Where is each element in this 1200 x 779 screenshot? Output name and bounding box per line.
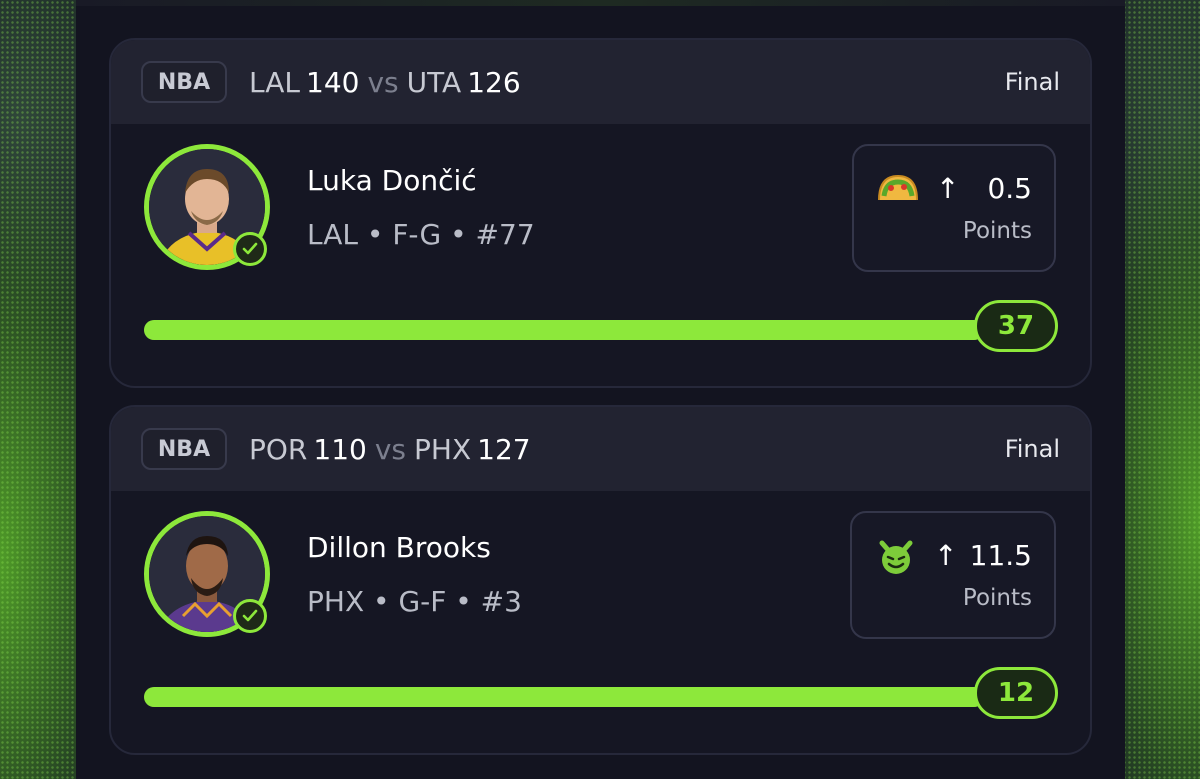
- background-right-glow: [1122, 0, 1200, 779]
- result-pill: 12: [974, 667, 1058, 719]
- score-2: 126: [467, 65, 521, 99]
- player-meta: PHX • G-F • #3: [307, 585, 522, 618]
- prop-line-box[interactable]: ↑ 0.5 Points: [852, 144, 1056, 272]
- card-body: Luka Dončić LAL • F-G • #77 ↑ 0.5 Points: [111, 124, 1090, 386]
- devil-face-icon: [878, 539, 914, 579]
- arrow-up-icon: ↑: [934, 539, 958, 572]
- player-name[interactable]: Dillon Brooks: [307, 531, 491, 564]
- player-name[interactable]: Luka Dončić: [307, 164, 477, 197]
- team-1: LAL: [249, 65, 300, 99]
- team-2: UTA: [406, 65, 462, 99]
- matchup: LAL 140 vs UTA 126: [249, 66, 521, 99]
- vs-label: vs: [374, 432, 407, 466]
- game-status: Final: [1004, 435, 1060, 463]
- league-badge: NBA: [141, 428, 227, 470]
- matchup: POR 110 vs PHX 127: [249, 433, 531, 466]
- line-value: 11.5: [969, 539, 1032, 572]
- app-screen: NBA LAL 140 vs UTA 126 Final Luka Dončić…: [76, 0, 1125, 779]
- check-circle-icon: [233, 599, 267, 633]
- progress-bar: [144, 687, 984, 707]
- background-left-glow: [0, 0, 80, 779]
- vs-label: vs: [367, 65, 399, 99]
- line-value: 0.5: [987, 172, 1032, 205]
- result-pill: 37: [974, 300, 1058, 352]
- team-1: POR: [249, 432, 308, 466]
- top-strip: [76, 0, 1125, 6]
- score-2: 127: [477, 432, 531, 466]
- arrow-up-icon: ↑: [936, 172, 960, 205]
- line-label: Points: [962, 585, 1032, 611]
- team-2: PHX: [414, 432, 472, 466]
- score-1: 140: [306, 65, 360, 99]
- player-meta: LAL • F-G • #77: [307, 218, 535, 251]
- card-header: NBA POR 110 vs PHX 127 Final: [111, 407, 1090, 491]
- score-1: 110: [313, 432, 367, 466]
- pick-card[interactable]: NBA POR 110 vs PHX 127 Final Dillon Broo…: [109, 405, 1092, 755]
- prop-line-box[interactable]: ↑ 11.5 Points: [850, 511, 1056, 639]
- card-body: Dillon Brooks PHX • G-F • #3 ↑ 11.5 Poin…: [111, 491, 1090, 753]
- pick-card[interactable]: NBA LAL 140 vs UTA 126 Final Luka Dončić…: [109, 38, 1092, 388]
- progress-bar: [144, 320, 984, 340]
- progress-fill: [144, 320, 984, 340]
- check-circle-icon: [233, 232, 267, 266]
- taco-icon: [876, 172, 920, 210]
- line-label: Points: [962, 218, 1032, 244]
- league-badge: NBA: [141, 61, 227, 103]
- card-header: NBA LAL 140 vs UTA 126 Final: [111, 40, 1090, 124]
- game-status: Final: [1004, 68, 1060, 96]
- progress-fill: [144, 687, 984, 707]
